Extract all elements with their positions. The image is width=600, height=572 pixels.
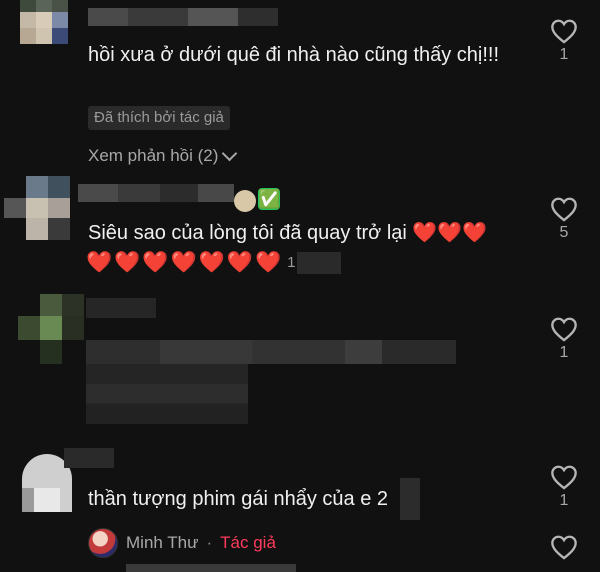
blurred-block [297,252,342,274]
like-button[interactable]: 5 [544,196,584,242]
chevron-down-icon [222,145,238,161]
avatar[interactable] [88,528,118,558]
blurred-text-line [86,364,248,424]
check-emoji-icon: ✅ [258,188,281,210]
comment-suffix-text: 1 [287,254,296,271]
avatar[interactable] [20,0,68,58]
heart-emoji: ❤️ [86,251,113,274]
view-replies-label: Xem phản hồi (2) [88,146,219,165]
heart-outline-icon [551,465,577,490]
avatar[interactable] [4,176,70,240]
like-button[interactable]: 1 [544,18,584,64]
heart-outline-icon [551,317,577,342]
author-name[interactable]: Minh Thư [126,533,198,553]
like-button[interactable]: 1 [544,316,584,362]
author-reply[interactable]: Minh Thư · Tác giả [88,528,276,558]
heart-outline-icon [551,197,577,222]
liked-by-author-badge: Đã thích bởi tác giả [88,106,230,130]
heart-emoji: ❤️ [226,251,253,274]
avatar[interactable] [18,294,84,364]
username-blurred[interactable] [88,8,278,26]
hearts-row: ❤️ ❤️ ❤️ ❤️ ❤️ ❤️ ❤️ 1 [86,250,342,276]
heart-emoji: ❤️ [170,251,197,274]
dog-emoji-icon [234,190,256,212]
like-button[interactable]: 1 [544,464,584,510]
heart-emoji: ❤️ [254,251,282,274]
like-count: 1 [559,46,569,63]
heart-outline-icon [551,535,577,560]
like-count: 5 [559,224,569,241]
like-count: 1 [559,344,569,361]
blurred-username [64,448,114,468]
blurred-text-line [86,340,456,364]
heart-emoji: ❤️ [114,251,141,274]
like-button[interactable] [544,534,584,560]
heart-outline-icon [551,19,577,44]
comment-text: Siêu sao của lòng tôi đã quay trở lại ❤️… [88,222,488,244]
comment-text: hồi xưa ở dưới quê đi nhà nào cũng thấy … [88,44,500,66]
blurred-reply-text [126,564,296,572]
separator: · [206,533,213,552]
author-tag: Tác giả [220,533,276,552]
username-blurred[interactable] [78,184,234,202]
heart-emoji: ❤️ [142,251,169,274]
heart-emoji: ❤️ [198,251,225,274]
view-replies-button[interactable]: Xem phản hồi (2) [88,145,238,166]
blurred-username [86,298,156,318]
like-count: 1 [559,492,569,509]
comment-text: thần tượng phim gái nhẩy của e 2 [88,488,389,510]
blurred-block [400,478,420,520]
